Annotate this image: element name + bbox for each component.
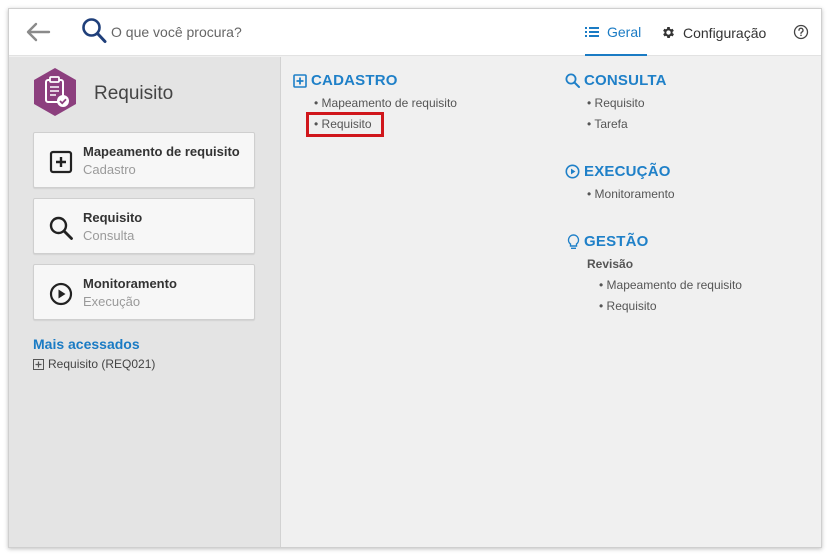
shortcut-mapeamento-de-requisito[interactable]: Mapeamento de requisito Cadastro <box>33 132 255 188</box>
link-revisao-mapeamento-de-requisito[interactable]: • Mapeamento de requisito <box>599 278 742 292</box>
plus-square-icon <box>33 358 44 370</box>
search-icon <box>82 18 107 43</box>
section-cadastro-title: CADASTRO <box>311 72 398 89</box>
section-execucao-title: EXECUÇÃO <box>584 163 671 180</box>
mais-acessados-title: Mais acessados <box>33 336 140 352</box>
mais-acessados-item[interactable]: Requisito (REQ021) <box>33 357 155 371</box>
section-gestao-title: GESTÃO <box>584 233 649 250</box>
shortcut-title: Requisito <box>83 210 143 225</box>
link-revisao-requisito[interactable]: • Requisito <box>599 299 657 313</box>
gear-icon <box>663 27 674 38</box>
shortcut-subtitle: Consulta <box>83 228 135 243</box>
plus-square-icon <box>293 73 307 88</box>
shortcut-title: Mapeamento de requisito <box>83 144 240 159</box>
link-tarefa[interactable]: • Tarefa <box>587 117 628 131</box>
top-bar: Geral Configuração <box>9 9 821 56</box>
clipboard-check-icon <box>34 68 76 116</box>
section-execucao: EXECUÇÃO <box>565 163 671 180</box>
play-circle-icon <box>49 282 73 306</box>
shortcut-monitoramento[interactable]: Monitoramento Execução <box>33 264 255 320</box>
question-circle-icon <box>793 24 809 40</box>
link-requisito-consulta[interactable]: • Requisito <box>587 96 645 110</box>
link-monitoramento[interactable]: • Monitoramento <box>587 187 675 201</box>
plus-square-icon <box>49 150 73 174</box>
tab-geral[interactable]: Geral <box>585 9 647 56</box>
shortcut-subtitle: Execução <box>83 294 141 309</box>
help-button[interactable] <box>793 24 809 40</box>
left-panel: Requisito Mapeamento de requisito Cadast… <box>9 57 281 547</box>
arrow-left-icon <box>26 22 51 42</box>
tab-geral-label: Geral <box>607 23 642 40</box>
list-icon <box>585 26 599 37</box>
back-button[interactable] <box>25 21 51 43</box>
link-requisito-cadastro[interactable]: • Requisito <box>314 117 372 131</box>
section-gestao: GESTÃO <box>567 233 649 250</box>
play-circle-icon <box>565 164 580 179</box>
section-cadastro: CADASTRO <box>293 72 398 89</box>
search-icon <box>565 73 580 88</box>
app-window: Geral Configuração Requisito <box>8 8 822 548</box>
shortcut-subtitle: Cadastro <box>83 162 136 177</box>
link-mapeamento-de-requisito[interactable]: • Mapeamento de requisito <box>314 96 457 110</box>
section-consulta-title: CONSULTA <box>584 72 667 89</box>
shortcut-title: Monitoramento <box>83 276 177 291</box>
search-input[interactable] <box>111 21 411 43</box>
search-icon <box>49 216 73 240</box>
mais-acessados-item-label: Requisito (REQ021) <box>48 357 156 371</box>
tab-configuracao-label: Configuração <box>683 24 767 41</box>
tab-configuracao[interactable]: Configuração <box>661 9 766 56</box>
module-title: Requisito <box>94 83 174 104</box>
section-consulta: CONSULTA <box>565 72 667 89</box>
subheading-revisao: Revisão <box>587 257 634 271</box>
shortcut-requisito[interactable]: Requisito Consulta <box>33 198 255 254</box>
lightbulb-icon <box>567 233 580 249</box>
